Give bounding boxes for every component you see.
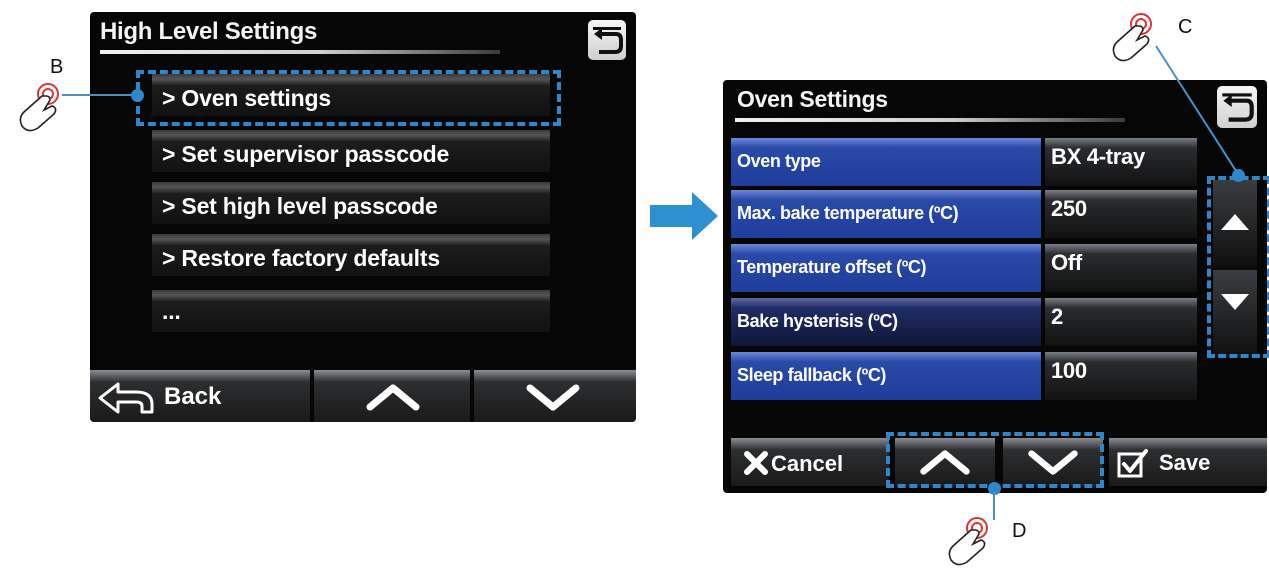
page-title: High Level Settings [100,18,318,45]
row-label-max-bake-temperature: Max. bake temperature (ºC) [731,190,1041,238]
chevron-down-icon [526,384,580,411]
row-value-sleep-fallback[interactable]: 100 [1045,352,1197,400]
return-arrow-icon [593,27,623,54]
row-label-temperature-offset: Temperature offset (ºC) [731,244,1041,292]
hand-pointer-icon [19,83,59,132]
row-label-oven-type: Oven type [731,138,1041,186]
callout-b-dot [131,89,144,102]
row-label-sleep-fallback: Sleep fallback (ºC) [731,352,1041,400]
row-value-max-bake-temperature[interactable]: 250 [1045,190,1197,238]
row-value-bake-hysterisis[interactable]: 2 [1045,298,1197,346]
row-value-temperature-offset[interactable]: Off [1045,244,1197,292]
menu-item-restore-factory-defaults[interactable]: > Restore factory defaults [152,234,550,276]
menu-item-set-high-level-passcode[interactable]: > Set high level passcode [152,182,550,224]
row-value-text: BX 4-tray [1051,144,1145,169]
callout-d-letter: D [1012,520,1027,542]
row-label-bake-hysterisis: Bake hysterisis (ºC) [731,298,1041,346]
row-label-text: Sleep fallback (ºC) [737,365,887,385]
row-label-text: Bake hysterisis (ºC) [737,311,898,331]
title-underline [735,118,1125,122]
menu-item-label: > Set supervisor passcode [162,141,450,167]
row-value-text: 100 [1051,358,1087,383]
menu-item-label: ... [162,298,181,324]
back-arrow-icon [98,382,154,414]
row-label-text: Max. bake temperature (ºC) [737,203,959,223]
checkbox-check-icon [1117,449,1148,478]
hand-pointer-icon [948,517,988,566]
save-button[interactable]: Save [1109,438,1267,486]
page-buttons-highlight [886,432,1104,488]
row-value-text: 250 [1051,196,1087,221]
menu-item-label: > Set high level passcode [162,193,438,219]
callout-b-line [62,94,138,96]
row-value-text: 2 [1051,304,1063,329]
row-label-text: Temperature offset (ºC) [737,257,927,277]
save-label: Save [1159,450,1211,475]
page-title: Oven Settings [737,86,888,112]
cross-icon [744,451,768,475]
scroll-up-button[interactable] [314,370,470,422]
row-label-text: Oven type [737,151,821,171]
scroll-down-button[interactable] [474,370,636,422]
back-label: Back [164,383,222,410]
menu-item-set-supervisor-passcode[interactable]: > Set supervisor passcode [152,130,550,172]
callout-c-letter: C [1178,16,1193,38]
return-button[interactable] [588,20,626,60]
callout-b-letter: B [50,56,64,78]
chevron-up-icon [366,384,420,411]
back-button[interactable]: Back [90,370,310,422]
callout-c-dot [1232,169,1245,182]
callout-c-line [1155,45,1239,175]
cancel-label: Cancel [771,451,844,476]
side-scroll-highlight [1207,176,1269,358]
oven-settings-highlight [136,70,561,126]
right-arrow-icon [650,192,718,240]
menu-item-label: > Restore factory defaults [162,245,440,271]
cancel-button[interactable]: Cancel [731,438,889,486]
row-value-text: Off [1051,250,1082,275]
menu-item-more[interactable]: ... [152,290,550,332]
title-underline [100,50,500,54]
